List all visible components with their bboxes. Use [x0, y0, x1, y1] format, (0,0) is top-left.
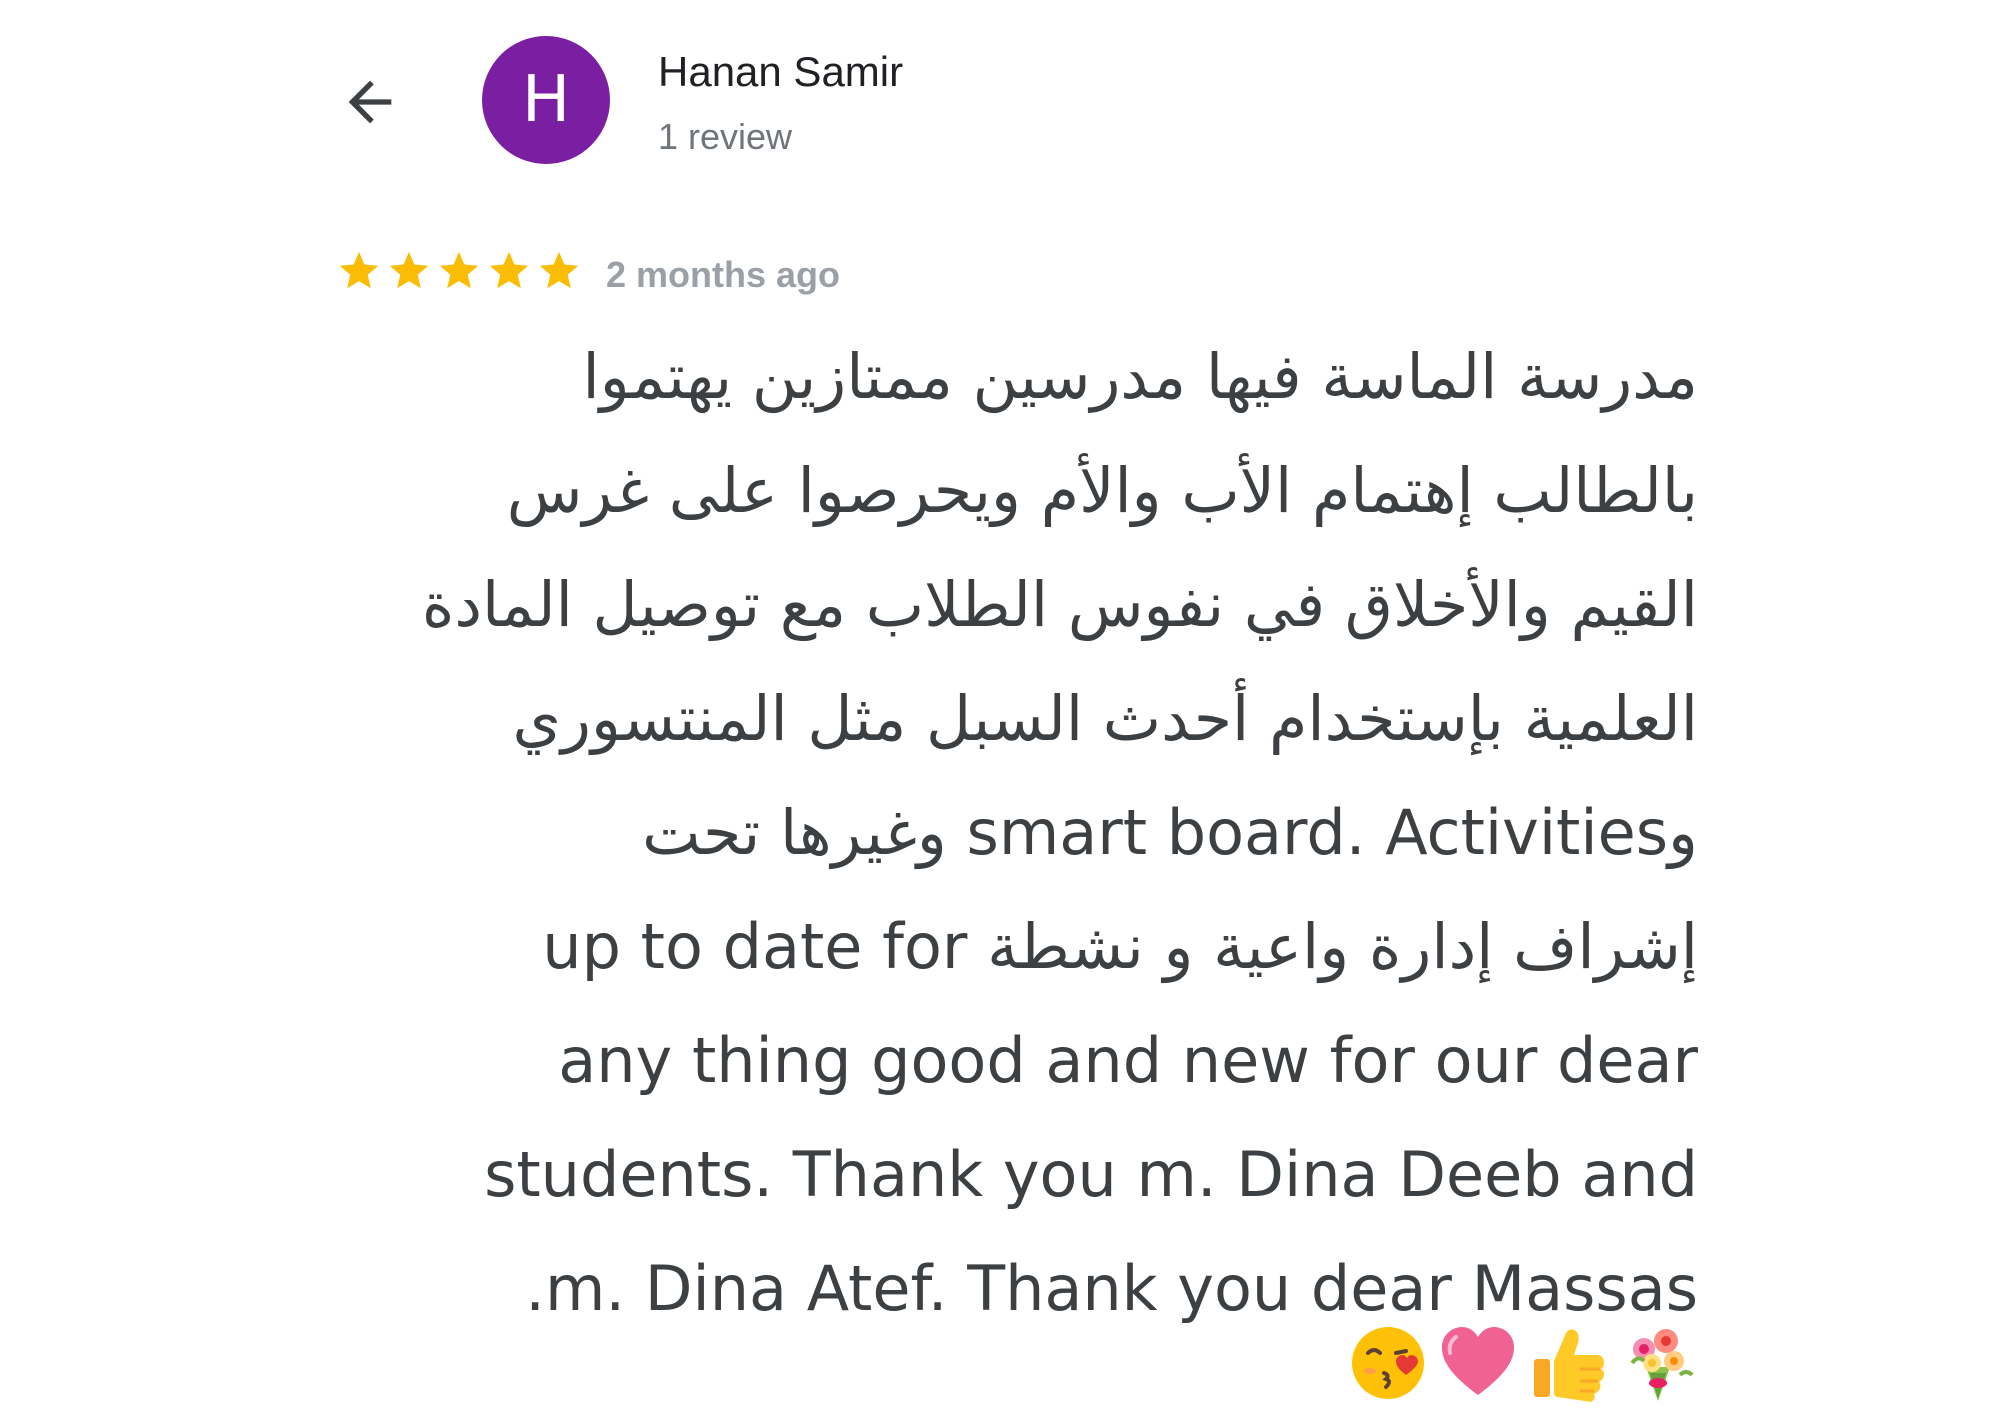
emoji-row [1348, 1318, 1698, 1408]
review-line: وsmart board. Activities وغيرها تحت [642, 796, 1698, 869]
review-line: القيم والأخلاق في نفوس الطلاب مع توصيل ا… [421, 568, 1698, 641]
review-count: 1 review [658, 116, 793, 157]
kissing-face-icon [1352, 1327, 1424, 1399]
thumbs-up-icon [1534, 1329, 1605, 1402]
star-icon [439, 251, 479, 289]
avatar-letter: H [521, 63, 571, 137]
star-icon [539, 251, 579, 289]
star-icon [489, 251, 529, 289]
star-icon [339, 251, 379, 289]
review-line: students. Thank you m. Dina Deeb and [484, 1138, 1698, 1211]
review-line: بالطالب إهتمام الأب والأم ويحرصوا على غر… [506, 454, 1698, 527]
review-line: العلمية بإستخدام أحدث السبل مثل المنتسور… [512, 682, 1698, 755]
star-icon [389, 251, 429, 289]
heart-icon [1442, 1327, 1514, 1395]
arrow-left-icon [348, 80, 392, 124]
review-line: مدرسة الماسة فيها مدرسين ممتازين يهتموا [582, 340, 1698, 413]
review-line: any thing good and new for our dear [558, 1024, 1698, 1097]
review-line: إشراف إدارة واعية و نشطة up to date for [542, 910, 1698, 983]
back-button[interactable] [330, 62, 410, 142]
review-time: 2 months ago [606, 254, 841, 295]
reviewer-name[interactable]: Hanan Samir [658, 48, 903, 96]
review-text: مدرسة الماسة فيها مدرسين ممتازين يهتموا … [340, 320, 1698, 1346]
star-rating [336, 248, 582, 294]
avatar[interactable]: H [482, 36, 610, 164]
bouquet-icon [1630, 1329, 1694, 1401]
